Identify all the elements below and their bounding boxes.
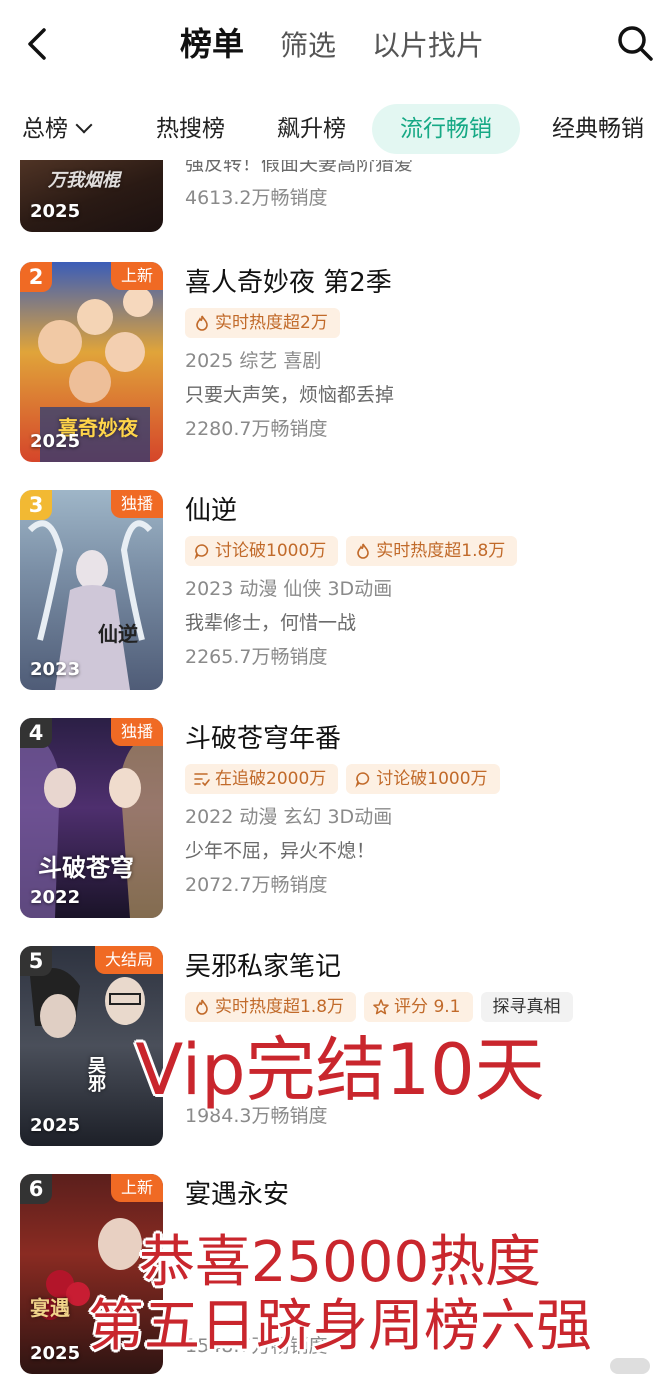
rating-chip: 评分 9.1 [364, 992, 473, 1022]
item-info: 斗破苍穹年番 在追破2000万 讨论破1000万 2022 动漫 玄幻 3D动画… [185, 722, 662, 897]
poster-image: 喜奇妙夜 2 上新 2025 [20, 262, 163, 462]
subtab-classic-sales[interactable]: 经典畅销 [526, 104, 670, 154]
item-meta: 2022 动漫 玄幻 3D动画 [185, 806, 393, 828]
hot-chip: 实时热度超1.8万 [346, 536, 518, 566]
watermark-icon [610, 1358, 650, 1374]
chevron-down-icon [75, 116, 93, 134]
poster-title-art: 仙逆 [98, 622, 138, 646]
chip-label: 评分 9.1 [394, 997, 461, 1017]
tab-ranking[interactable]: 榜单 [180, 24, 244, 64]
overlay-caption-congrats: 恭喜25000热度 [138, 1230, 542, 1295]
search-icon[interactable] [614, 22, 656, 64]
hot-chip: 实时热度超1.8万 [185, 992, 357, 1022]
item-meta: 2025 综艺 喜剧 [185, 350, 322, 372]
item-chips: 实时热度超2万 [185, 308, 662, 338]
flame-icon [196, 999, 208, 1015]
list-item[interactable]: 喜奇妙夜 2 上新 2025 喜人奇妙夜 第2季 实时热度超2万 2025 综艺… [0, 262, 672, 462]
poster-title-art: 斗破苍穹 [38, 853, 134, 882]
overlay-caption-vip: Vip完结10天 [135, 1029, 545, 1111]
chip-label: 讨论破1000万 [215, 541, 327, 561]
poster-image: 斗破苍穹 4 独播 2022 [20, 718, 163, 918]
chat-bubble-icon [194, 544, 209, 560]
subtab-overall[interactable]: 总榜 [0, 104, 130, 154]
poster-year: 2022 [30, 887, 81, 908]
hot-chip: 实时热度超2万 [185, 308, 340, 338]
subtab-hot-search[interactable]: 热搜榜 [130, 104, 251, 154]
item-slogan: 少年不屈，异火不熄！ [185, 840, 376, 862]
subtab-rising[interactable]: 飙升榜 [251, 104, 372, 154]
poster-year: 2023 [30, 659, 81, 680]
genre-chip: 探寻真相 [480, 992, 573, 1022]
discussion-chip: 讨论破1000万 [346, 764, 500, 794]
discussion-chip: 讨论破1000万 [185, 536, 339, 566]
star-icon [373, 999, 389, 1015]
item-slogan: 强反转！假面夫妻高阶猎爱 [185, 160, 414, 175]
rank-badge: 3 [20, 490, 52, 520]
rank-badge: 6 [20, 1174, 52, 1204]
flame-icon [196, 315, 208, 331]
item-slogan: 只要大声笑，烦恼都丢掉 [185, 384, 395, 406]
flame-icon [357, 543, 370, 559]
poster-title-art: 万我烟棍 [48, 170, 120, 191]
item-title: 斗破苍穹年番 [185, 724, 342, 754]
rank-badge: 2 [20, 262, 52, 292]
chip-label: 讨论破1000万 [376, 769, 488, 789]
item-sales: 2280.7万畅销度 [185, 418, 328, 440]
status-badge: 独播 [110, 718, 163, 746]
item-sales: 2072.7万畅销度 [185, 874, 328, 896]
chip-label: 在追破2000万 [215, 769, 327, 789]
item-info: 喜人奇妙夜 第2季 实时热度超2万 2025 综艺 喜剧 只要大声笑，烦恼都丢掉… [185, 266, 662, 441]
chip-label: 实时热度超1.8万 [376, 541, 506, 561]
item-chips: 在追破2000万 讨论破1000万 [185, 764, 662, 794]
item-title: 宴遇永安 [185, 1180, 290, 1210]
status-badge: 上新 [110, 262, 163, 290]
item-meta: 2023 动漫 仙侠 3D动画 [185, 578, 393, 600]
back-arrow-icon[interactable] [18, 24, 58, 64]
rank-badge: 4 [20, 718, 52, 748]
top-bar: 榜单 筛选 以片找片 [0, 0, 672, 88]
item-title: 仙逆 [185, 496, 238, 526]
list-item[interactable]: 仙逆 3 独播 2023 仙逆 讨论破1000万 实时热度超1.8万 2023 … [0, 490, 672, 690]
chip-label: 实时热度超1.8万 [215, 997, 345, 1017]
item-chips: 实时热度超1.8万 评分 9.1 探寻真相 [185, 992, 662, 1022]
poster-year: 2025 [30, 431, 81, 452]
rank-badge: 5 [20, 946, 52, 976]
status-badge: 独播 [110, 490, 163, 518]
poster-year: 2025 [30, 1115, 81, 1136]
item-title: 喜人奇妙夜 第2季 [185, 268, 392, 298]
list-item[interactable]: 万我烟棍 2025 强反转！假面夫妻高阶猎爱 4613.2万畅销度 [0, 160, 672, 232]
item-chips: 讨论破1000万 实时热度超1.8万 [185, 536, 662, 566]
subtab-label: 总榜 [22, 116, 68, 142]
poster-image: 仙逆 3 独播 2023 [20, 490, 163, 690]
item-sales: 4613.2万畅销度 [185, 187, 328, 209]
following-chip: 在追破2000万 [185, 764, 339, 794]
chat-bubble-icon [355, 772, 370, 788]
item-info: 仙逆 讨论破1000万 实时热度超1.8万 2023 动漫 仙侠 3D动画 我辈… [185, 494, 662, 669]
tab-find-by-clip[interactable]: 以片找片 [372, 26, 484, 66]
subtab-popular-sales[interactable]: 流行畅销 [372, 104, 520, 154]
item-sales: 2265.7万畅销度 [185, 646, 328, 668]
item-slogan: 我辈修士，何惜一战 [185, 612, 357, 634]
status-badge: 上新 [110, 1174, 163, 1202]
status-badge: 大结局 [94, 946, 163, 974]
chip-label: 实时热度超2万 [215, 313, 328, 333]
list-item[interactable]: 斗破苍穹 4 独播 2022 斗破苍穹年番 在追破2000万 讨论破1000万 … [0, 718, 672, 918]
tab-filter[interactable]: 筛选 [280, 26, 336, 66]
item-info: 强反转！假面夫妻高阶猎爱 4613.2万畅销度 [185, 160, 662, 210]
top-nav-tabs: 榜单 筛选 以片找片 [180, 24, 520, 66]
item-title: 吴邪私家笔记 [185, 952, 342, 982]
ranking-list: 万我烟棍 2025 强反转！假面夫妻高阶猎爱 4613.2万畅销度 喜奇妙夜 2… [0, 160, 672, 1388]
list-check-icon [194, 773, 210, 787]
poster-image: 万我烟棍 2025 [20, 160, 163, 232]
overlay-caption-weekly-rank: 第五日跻身周榜六强 [88, 1294, 592, 1359]
ranking-subtabs: 总榜 热搜榜 飙升榜 流行畅销 经典畅销 [0, 104, 672, 154]
poster-year: 2025 [30, 201, 81, 222]
